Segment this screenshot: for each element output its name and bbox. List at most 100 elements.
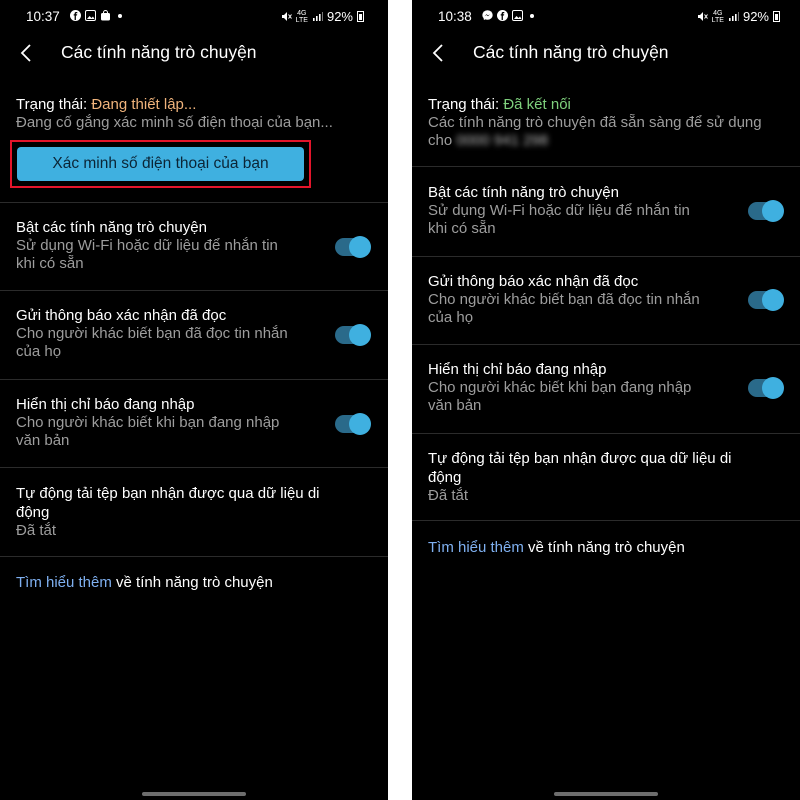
battery-percent: 92%	[742, 9, 769, 24]
divider	[0, 556, 388, 557]
setting-desc-line: của họ	[16, 343, 62, 360]
status-description-line: cho 0000 941 298	[428, 132, 794, 150]
setting-chat-features[interactable]: Bật các tính năng trò chuyện Sử dụng Wi-…	[412, 183, 800, 253]
toggle-knob	[349, 236, 371, 258]
setting-title: Gửi thông báo xác nhận đã đọc	[428, 273, 639, 290]
setting-desc-line: Cho người khác biết bạn đã đọc tin nhắn	[428, 291, 700, 308]
setting-title: Bật các tính năng trò chuyện	[428, 184, 619, 201]
setting-value: Đã tắt	[428, 487, 469, 504]
network-type: 4G LTE	[712, 10, 724, 24]
status-value: Đã kết nối	[503, 96, 571, 113]
learn-more-link[interactable]: Tìm hiểu thêm	[428, 539, 524, 556]
toggle-knob	[349, 324, 371, 346]
status-label: Trạng thái:	[16, 96, 88, 113]
phone-screen-right: 10:38 4G LTE 92% Các tính năng trò chuyện…	[412, 0, 800, 800]
status-right: 4G LTE 92%	[697, 9, 780, 24]
blurred-phone-number: 0000 941 298	[456, 132, 549, 149]
signal-icon	[312, 11, 323, 22]
home-indicator[interactable]	[142, 792, 246, 796]
learn-more-link[interactable]: Tìm hiểu thêm	[16, 574, 112, 591]
setting-desc-line: Sử dụng Wi-Fi hoặc dữ liệu để nhắn tin	[428, 202, 690, 219]
net-top: 4G	[713, 9, 723, 17]
status-description: Đang cố gắng xác minh số điện thoại của …	[16, 114, 333, 131]
gallery-icon	[512, 10, 523, 21]
divider	[412, 256, 800, 257]
setting-typing-indicator[interactable]: Hiển thị chỉ báo đang nhập Cho người khá…	[0, 395, 388, 465]
page-title: Các tính năng trò chuyện	[61, 42, 257, 62]
setting-desc-line: văn bản	[16, 432, 70, 449]
setting-title-line: động	[428, 469, 462, 486]
net-bottom: LTE	[295, 16, 308, 24]
app-header: Các tính năng trò chuyện	[412, 36, 800, 68]
learn-more-text: về tính năng trò chuyện	[523, 539, 685, 556]
divider	[0, 467, 388, 468]
more-notifications-dot	[118, 13, 122, 18]
toggle-knob	[349, 413, 371, 435]
setting-read-receipts[interactable]: Gửi thông báo xác nhận đã đọc Cho người …	[412, 272, 800, 342]
status-label: Trạng thái:	[428, 96, 500, 113]
verify-phone-button[interactable]: Xác minh số điện thoại của bạn	[17, 147, 304, 181]
setting-auto-download[interactable]: Tự động tải tệp bạn nhận được qua dữ liệ…	[16, 484, 388, 540]
phone-screen-left: 10:37 4G LTE 92% Các tính năng trò chuyện…	[0, 0, 388, 800]
toggle-knob	[762, 289, 784, 311]
read-receipts-toggle[interactable]	[748, 289, 784, 311]
divider	[0, 379, 388, 380]
setting-auto-download[interactable]: Tự động tải tệp bạn nhận được qua dữ liệ…	[428, 449, 800, 505]
page-title: Các tính năng trò chuyện	[473, 42, 669, 62]
setting-desc-line: của họ	[428, 309, 474, 326]
setting-title-line: động	[16, 504, 50, 521]
app-header: Các tính năng trò chuyện	[0, 36, 388, 68]
read-receipts-toggle[interactable]	[335, 324, 371, 346]
setting-chat-features[interactable]: Bật các tính năng trò chuyện Sử dụng Wi-…	[0, 218, 388, 288]
setting-desc-line: Cho người khác biết bạn đã đọc tin nhắn	[16, 325, 288, 342]
battery-percent: 92%	[326, 9, 353, 24]
store-icon	[100, 10, 111, 21]
divider	[0, 290, 388, 291]
battery-icon	[357, 11, 364, 22]
mute-icon	[697, 11, 708, 22]
learn-more-row: Tìm hiểu thêm về tính năng trò chuyện	[16, 573, 388, 592]
back-arrow-icon[interactable]	[18, 42, 38, 64]
facebook-icon	[497, 10, 508, 21]
home-indicator[interactable]	[554, 792, 658, 796]
notification-icons	[70, 10, 122, 21]
connection-status: Trạng thái: Đang thiết lập... Đang cố gắ…	[16, 95, 380, 132]
back-arrow-icon[interactable]	[430, 42, 450, 64]
typing-indicator-toggle[interactable]	[748, 377, 784, 399]
toggle-knob	[762, 200, 784, 222]
divider	[412, 166, 800, 167]
network-type: 4G LTE	[296, 10, 308, 24]
status-time: 10:38	[438, 9, 472, 24]
chat-features-toggle[interactable]	[335, 236, 371, 258]
battery-icon	[773, 11, 780, 22]
signal-icon	[728, 11, 739, 22]
setting-desc-line: Cho người khác biết khi bạn đang nhập	[428, 379, 692, 396]
toggle-knob	[762, 377, 784, 399]
status-time: 10:37	[26, 9, 60, 24]
setting-desc-line: khi có sẵn	[428, 220, 496, 237]
notification-icons	[482, 10, 534, 21]
divider	[412, 344, 800, 345]
setting-value: Đã tắt	[16, 522, 57, 539]
setting-desc-line: Sử dụng Wi-Fi hoặc dữ liệu để nhắn tin	[16, 237, 278, 254]
facebook-icon	[70, 10, 81, 21]
status-right: 4G LTE 92%	[281, 9, 364, 24]
divider	[412, 433, 800, 434]
learn-more-row: Tìm hiểu thêm về tính năng trò chuyện	[428, 538, 800, 557]
typing-indicator-toggle[interactable]	[335, 413, 371, 435]
setting-desc-line: khi có sẵn	[16, 255, 84, 272]
setting-read-receipts[interactable]: Gửi thông báo xác nhận đã đọc Cho người …	[0, 306, 388, 376]
divider	[0, 202, 388, 203]
gallery-icon	[85, 10, 96, 21]
messenger-icon	[482, 10, 493, 21]
learn-more-text: về tính năng trò chuyện	[111, 574, 273, 591]
setting-title: Hiển thị chỉ báo đang nhập	[16, 396, 195, 413]
chat-features-toggle[interactable]	[748, 200, 784, 222]
setting-title-line: Tự động tải tệp bạn nhận được qua dữ liệ…	[16, 485, 320, 502]
setting-typing-indicator[interactable]: Hiển thị chỉ báo đang nhập Cho người khá…	[412, 360, 800, 430]
setting-title: Bật các tính năng trò chuyện	[16, 219, 207, 236]
setting-title: Gửi thông báo xác nhận đã đọc	[16, 307, 227, 324]
connection-status: Trạng thái: Đã kết nối Các tính năng trò…	[428, 95, 794, 150]
net-bottom: LTE	[711, 16, 724, 24]
setting-title-line: Tự động tải tệp bạn nhận được qua dữ liệ…	[428, 450, 732, 467]
